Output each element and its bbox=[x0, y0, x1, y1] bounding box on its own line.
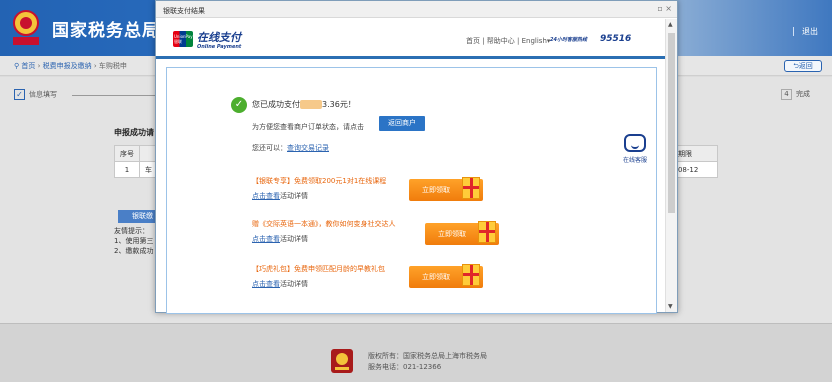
scroll-thumb[interactable] bbox=[668, 33, 675, 213]
scroll-down-icon[interactable]: ▼ bbox=[668, 303, 673, 310]
return-merchant-button[interactable]: 返回商户 bbox=[379, 116, 425, 131]
gift-icon bbox=[478, 221, 496, 243]
brand-name: 在线支付 bbox=[197, 31, 241, 44]
breadcrumb-home[interactable]: 首页 bbox=[21, 62, 35, 70]
table-row: 1 车 bbox=[114, 161, 158, 178]
unionpay-logo-icon: UnionPay 银联 bbox=[173, 31, 193, 47]
customer-service-icon bbox=[624, 134, 646, 152]
query-line: 您还可以：查询交易记录 bbox=[252, 144, 329, 152]
step-info: ✓ 信息填写 bbox=[14, 89, 57, 100]
site-footer: 版权所有：国家税务总局上海市税务局 服务电话：021-12366 bbox=[0, 323, 832, 382]
table-header-row: 序号 bbox=[114, 145, 158, 162]
back-button[interactable]: ⮌返回 bbox=[784, 60, 822, 72]
scroll-up-icon[interactable]: ▲ bbox=[668, 21, 673, 28]
brand-name-en: Online Payment bbox=[197, 44, 242, 50]
return-hint: 为方便您查看商户订单状态，请点击 bbox=[252, 123, 364, 131]
gift-icon bbox=[462, 177, 480, 199]
promo-detail-link[interactable]: 点击查看 bbox=[252, 192, 280, 200]
step-line bbox=[72, 95, 162, 96]
breadcrumb-current: 车购税申 bbox=[98, 62, 127, 70]
dialog-titlebar: 银联支付结果 ▫ × bbox=[156, 1, 677, 18]
promo-item: 【巧虎礼包】免费申领匹配月龄的早教礼包 点击查看活动详情 bbox=[252, 265, 385, 288]
footer-info: 版权所有：国家税务总局上海市税务局 服务电话：021-12366 bbox=[368, 352, 487, 371]
declaration-table: 序号 1 车 bbox=[114, 145, 158, 178]
tax-emblem-icon bbox=[13, 10, 39, 45]
dialog-window-controls[interactable]: ▫ × bbox=[657, 4, 672, 13]
claim-button[interactable]: 立即领取 bbox=[425, 221, 499, 245]
hotline-number: 95516 bbox=[600, 34, 632, 44]
promo-detail-link[interactable]: 点击查看 bbox=[252, 280, 280, 288]
payment-result-dialog: 银联支付结果 ▫ × UnionPay 银联 在线支付 Online Payme… bbox=[155, 0, 678, 314]
unionpay-header: UnionPay 银联 在线支付 Online Payment 首页 | 帮助中… bbox=[156, 19, 666, 59]
step-complete: 4 完成 bbox=[781, 89, 810, 100]
claim-button[interactable]: 立即领取 bbox=[409, 264, 483, 288]
location-pin-icon: ⚲ bbox=[14, 62, 20, 70]
header-links[interactable]: 首页 | 帮助中心 | English▾ bbox=[466, 36, 550, 46]
online-service[interactable]: 在线客服 bbox=[617, 134, 653, 168]
promo-item: 赠《交际英语一本通》，教你如何变身社交达人 点击查看活动详情 bbox=[252, 220, 396, 243]
promo-detail-link[interactable]: 点击查看 bbox=[252, 235, 280, 243]
promo-item: 【银联专享】免费领取200元1对1在线课程 点击查看活动详情 bbox=[252, 177, 387, 200]
success-check-icon: ✓ bbox=[231, 97, 247, 113]
dialog-title: 银联支付结果 bbox=[163, 7, 205, 15]
hotline-label: 24小时客服热线 bbox=[550, 37, 587, 43]
claim-button[interactable]: 立即领取 bbox=[409, 177, 483, 201]
tax-logo-icon bbox=[331, 349, 353, 373]
tips: 友情提示： 1、使用第三 2、缴款成功 bbox=[114, 227, 154, 255]
result-panel: ✓ 您已成功支付 3.36元！ 为方便您查看商户订单状态，请点击 返回商户 您还可… bbox=[166, 67, 657, 314]
breadcrumb-tax-filing[interactable]: 税费申报及缴纳 bbox=[43, 62, 92, 70]
check-icon: ✓ bbox=[14, 89, 25, 100]
section-title: 申报成功请 bbox=[114, 128, 154, 137]
logout-link[interactable]: 退出 bbox=[793, 26, 818, 37]
gift-icon bbox=[462, 264, 480, 286]
breadcrumb: ⚲ 首页 › 税费申报及缴纳 › 车购税申 bbox=[14, 62, 127, 70]
masked-amount bbox=[300, 100, 322, 109]
query-transactions-link[interactable]: 查询交易记录 bbox=[287, 144, 329, 152]
dialog-scrollbar[interactable]: ▲ ▼ bbox=[665, 19, 677, 312]
success-message: 您已成功支付 3.36元！ bbox=[252, 100, 356, 109]
